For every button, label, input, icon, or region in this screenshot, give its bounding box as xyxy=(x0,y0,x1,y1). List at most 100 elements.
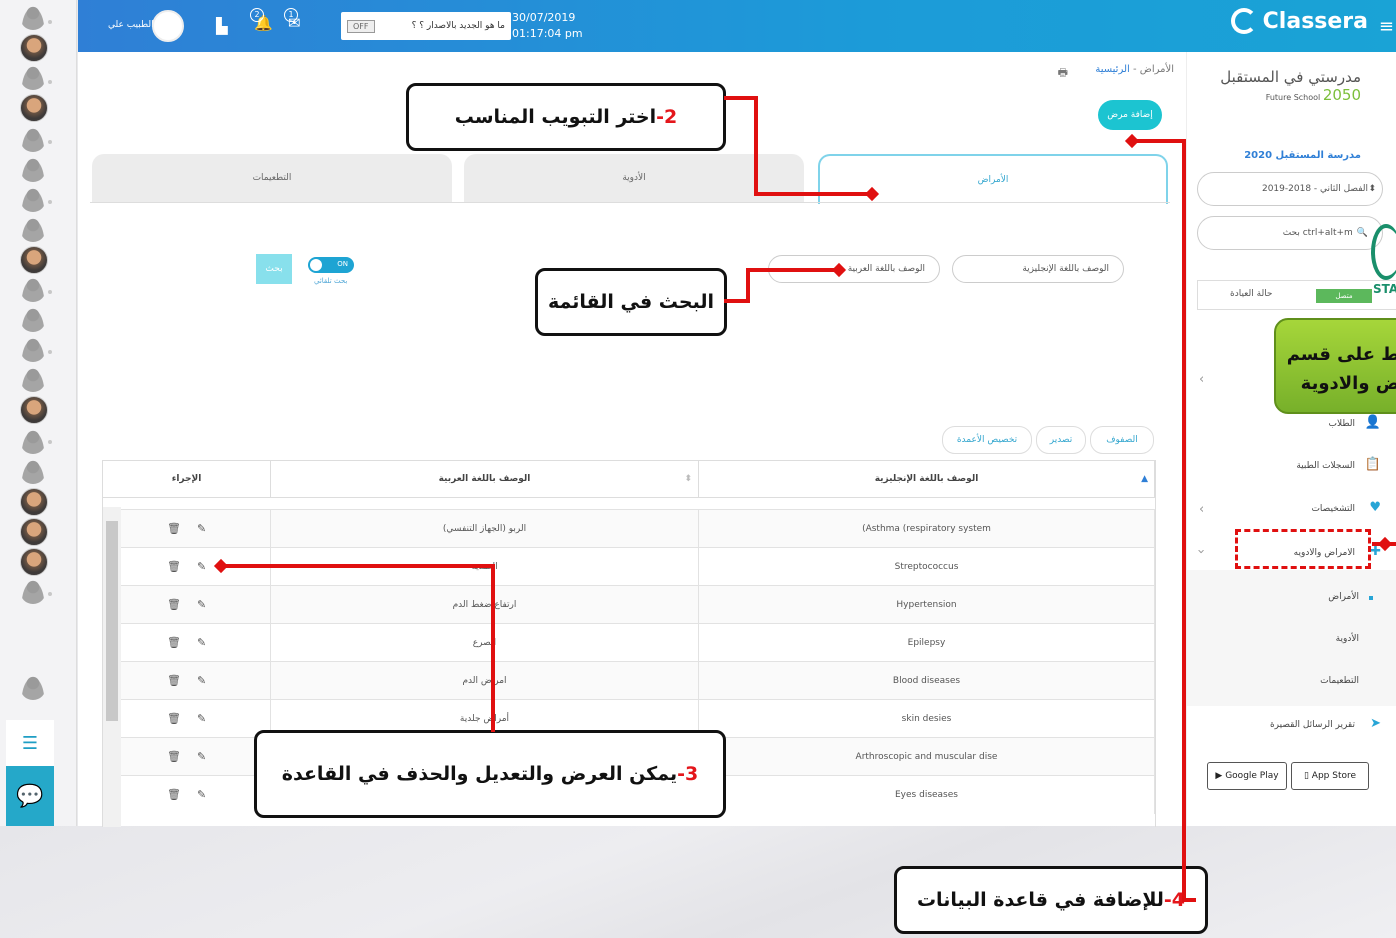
rows-button[interactable]: الصفوف xyxy=(1090,426,1154,454)
semester-select[interactable]: الفصل الثاني - 2018-2019 ⬍ xyxy=(1197,172,1383,206)
trash-icon[interactable]: 🗑 xyxy=(167,598,181,611)
chevron-left-icon[interactable]: ‹ xyxy=(1199,502,1204,517)
breadcrumb-current[interactable]: الأمراض xyxy=(1140,64,1174,75)
status-dot xyxy=(48,592,52,596)
connector-line xyxy=(754,192,872,196)
status-dot xyxy=(48,80,52,84)
chat-button[interactable]: 💬 xyxy=(6,766,54,826)
user-avatar[interactable] xyxy=(20,4,46,30)
trash-icon[interactable]: 🗑 xyxy=(167,788,181,801)
edit-icon[interactable]: ✎ xyxy=(197,788,206,801)
user-avatar[interactable] xyxy=(20,548,48,576)
select-arrows-icon: ⬍ xyxy=(1368,184,1376,194)
user-avatar[interactable] xyxy=(20,94,48,122)
mail-icon[interactable]: ✉ 1 xyxy=(284,8,301,32)
status-dot xyxy=(48,20,52,24)
breadcrumb-home[interactable]: الرئيسية xyxy=(1095,64,1129,75)
trash-icon[interactable]: 🗑 xyxy=(167,522,181,535)
tab-medicines[interactable]: الأدوية xyxy=(464,154,804,202)
classera-logo[interactable]: Classera xyxy=(1230,8,1368,34)
list-icon: ☰ xyxy=(21,732,39,754)
user-avatar[interactable] xyxy=(20,518,48,546)
edit-icon[interactable]: ✎ xyxy=(197,636,206,649)
app-store-badge[interactable]: ▯ App Store xyxy=(1291,762,1369,790)
user-avatar[interactable] xyxy=(20,126,46,152)
user-avatar[interactable] xyxy=(20,276,46,302)
google-play-badge[interactable]: ▶ Google Play xyxy=(1207,762,1287,790)
sidebar-item-diagnoses[interactable]: التشخيصات xyxy=(1311,504,1355,514)
cell-arabic: ارتفاع ضغط الدم xyxy=(271,586,699,624)
chevron-left-icon[interactable]: ‹ xyxy=(1199,372,1204,387)
callout-view-edit-delete: 3- يمكن العرض والتعديل والحذف في القاعدة xyxy=(254,730,726,818)
tab-vaccines[interactable]: التطعيمات xyxy=(92,154,452,202)
sort-icon[interactable]: ▲ xyxy=(1141,474,1148,484)
hamburger-menu-icon[interactable]: ≡ xyxy=(1379,16,1394,37)
add-disease-button[interactable]: إضافة مرض xyxy=(1098,100,1162,130)
user-avatar[interactable] xyxy=(20,306,46,332)
sidebar-search-input[interactable]: بحث ctrl+alt+m 🔍 xyxy=(1197,216,1383,250)
user-avatar[interactable] xyxy=(20,34,48,62)
user-avatar[interactable] xyxy=(20,428,46,454)
scroll-thumb[interactable] xyxy=(106,521,118,721)
print-icon[interactable]: 🖶 xyxy=(1058,64,1068,83)
edit-icon[interactable]: ✎ xyxy=(197,598,206,611)
submenu-medicines[interactable]: الأدوية xyxy=(1336,634,1359,644)
cell-actions: ✎ 🗑 xyxy=(121,510,271,548)
list-menu-button[interactable]: ☰ xyxy=(6,720,54,766)
edit-icon[interactable]: ✎ xyxy=(197,750,206,763)
sidebar-item-medical-records[interactable]: السجلات الطبية xyxy=(1296,461,1355,471)
user-avatar[interactable] xyxy=(20,458,46,484)
user-avatar[interactable] xyxy=(20,396,48,424)
whats-new-text: ما هو الجديد بالاصدار ؟ ؟ xyxy=(411,21,505,31)
chevron-down-icon[interactable]: ‹ xyxy=(1194,549,1209,554)
user-avatar[interactable] xyxy=(20,216,46,242)
connector-line xyxy=(1132,139,1184,143)
user-name[interactable]: الطبيب علي xyxy=(108,20,154,30)
whats-new-box[interactable]: OFF ما هو الجديد بالاصدار ؟ ؟ xyxy=(341,12,511,40)
user-avatar[interactable] xyxy=(20,186,46,212)
auto-search-toggle[interactable]: ON xyxy=(308,257,354,273)
edit-icon[interactable]: ✎ xyxy=(197,712,206,725)
cell-english: skin desies xyxy=(699,700,1155,738)
trash-icon[interactable]: 🗑 xyxy=(167,750,181,763)
edit-icon[interactable]: ✎ xyxy=(197,674,206,687)
export-button[interactable]: تصدير xyxy=(1036,426,1086,454)
customize-columns-button[interactable]: تخصيص الأعمدة xyxy=(942,426,1032,454)
sort-icon[interactable]: ⬍ xyxy=(684,474,692,484)
trash-icon[interactable]: 🗑 xyxy=(167,712,181,725)
callout-add-to-db: 4- للإضافة في قاعدة البيانات xyxy=(894,866,1208,934)
trash-icon[interactable]: 🗑 xyxy=(167,674,181,687)
user-avatar[interactable] xyxy=(20,156,46,182)
table-row: (Asthma (respiratory system الربو (الجهاز… xyxy=(121,509,1155,548)
date: 30/07/2019 xyxy=(512,11,576,24)
top-bar: الطبيب علي ▙ 🔔 2 ✉ 1 OFF ما هو الجديد بالا… xyxy=(78,0,1396,52)
table-scrollbar[interactable] xyxy=(103,507,121,827)
user-avatar[interactable] xyxy=(20,578,46,604)
datetime: 30/07/2019 01:17:04 pm xyxy=(512,10,583,42)
user-avatar[interactable] xyxy=(20,366,46,392)
user-avatar[interactable] xyxy=(20,336,46,362)
search-button[interactable]: بحث xyxy=(256,254,292,284)
edit-icon[interactable]: ✎ xyxy=(197,560,206,573)
column-header-english[interactable]: الوصف باللغة الإنجليزية ▲ xyxy=(699,461,1155,497)
status-badge[interactable]: متصل xyxy=(1316,289,1372,303)
user-profile-avatar[interactable] xyxy=(152,10,184,42)
submenu-vaccines[interactable]: التطعيمات xyxy=(1320,676,1359,686)
send-icon: ➤ xyxy=(1370,716,1381,731)
building-icon[interactable]: ▙ xyxy=(216,17,228,35)
user-avatar[interactable] xyxy=(20,674,46,700)
trash-icon[interactable]: 🗑 xyxy=(167,636,181,649)
whats-new-toggle[interactable]: OFF xyxy=(347,19,375,33)
edit-icon[interactable]: ✎ xyxy=(197,522,206,535)
column-header-arabic[interactable]: الوصف باللغة العربية ⬍ xyxy=(271,461,699,497)
bell-icon[interactable]: 🔔 2 xyxy=(250,8,273,32)
user-avatar[interactable] xyxy=(20,64,46,90)
sidebar-item-students[interactable]: الطلاب xyxy=(1329,419,1355,429)
sidebar-item-sms-report[interactable]: تقرير الرسائل القصيرة xyxy=(1270,720,1355,730)
english-desc-input[interactable]: الوصف باللغة الإنجليزية xyxy=(952,255,1124,283)
submenu-diseases[interactable]: الأمراض xyxy=(1328,592,1359,602)
user-avatar[interactable] xyxy=(20,488,48,516)
trash-icon[interactable]: 🗑 xyxy=(167,560,181,573)
user-avatar[interactable] xyxy=(20,246,48,274)
cell-arabic: الربو (الجهاز التنفسي) xyxy=(271,510,699,548)
